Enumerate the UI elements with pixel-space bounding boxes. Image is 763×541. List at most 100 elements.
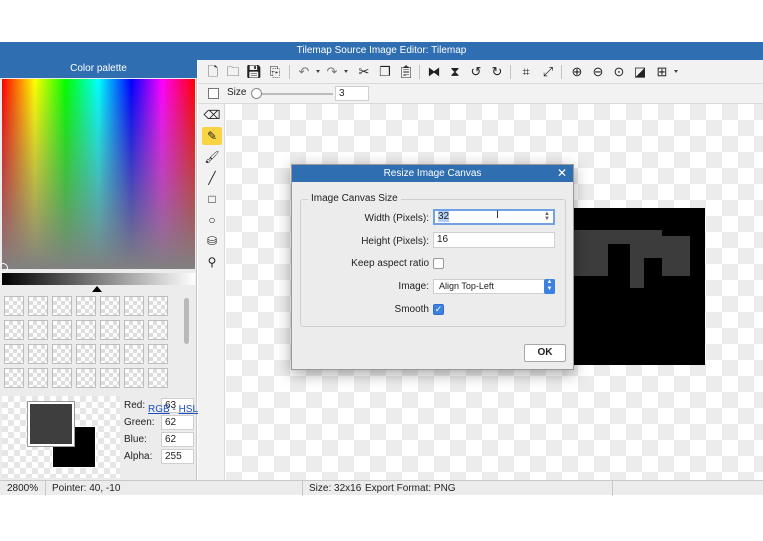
color-spectrum[interactable] <box>0 79 195 273</box>
chevron-updown-icon[interactable]: ▲ ▼ <box>544 279 555 294</box>
image-align-value: Align Top-Left <box>439 281 494 291</box>
ramp-marker-icon[interactable] <box>92 286 102 292</box>
height-input[interactable]: 16 <box>433 232 555 248</box>
smooth-checkbox[interactable]: ✓ <box>433 304 444 315</box>
swatch[interactable] <box>124 344 144 364</box>
tile-pixels <box>644 244 662 258</box>
blue-input[interactable]: 62 <box>161 432 194 447</box>
swatch[interactable] <box>4 368 24 388</box>
image-align-select[interactable]: Align Top-Left ▲ ▼ <box>433 279 555 294</box>
ok-button[interactable]: OK <box>524 344 566 362</box>
swatch[interactable] <box>100 344 120 364</box>
swatch[interactable] <box>4 320 24 340</box>
eyedropper-icon[interactable]: ⚲ <box>202 253 222 271</box>
ellipse-icon[interactable]: ○ <box>202 211 222 229</box>
swatch[interactable] <box>148 296 168 316</box>
grid-dropdown-icon[interactable] <box>674 70 678 73</box>
zoom-out-icon[interactable]: ⊖ <box>589 63 607 81</box>
swatch[interactable] <box>28 368 48 388</box>
smooth-label: Smooth <box>394 304 429 315</box>
size-slider-thumb[interactable] <box>251 88 262 99</box>
new-file-icon[interactable]: 🗋 <box>204 63 222 81</box>
open-folder-icon[interactable]: 🗀 <box>224 63 242 81</box>
foreground-color-swatch[interactable] <box>27 401 75 447</box>
swatch[interactable] <box>100 296 120 316</box>
close-icon[interactable]: ✕ <box>557 165 567 182</box>
swatch[interactable] <box>76 320 96 340</box>
swatch-scrollbar[interactable] <box>184 298 189 344</box>
size-slider-track[interactable] <box>255 93 333 95</box>
status-bar: 2800% Pointer: 40, -10 Size: 32x16 Expor… <box>0 480 763 496</box>
swatch[interactable] <box>124 296 144 316</box>
hsl-link[interactable]: HSL <box>179 404 198 415</box>
resize-icon[interactable]: ⤢ <box>539 63 557 81</box>
window-title: Tilemap Source Image Editor: Tilemap <box>0 42 763 60</box>
swatch[interactable] <box>148 368 168 388</box>
swatch[interactable] <box>124 320 144 340</box>
rotate-left-icon[interactable]: ↺ <box>467 63 485 81</box>
swatch[interactable] <box>124 368 144 388</box>
flip-horizontal-icon[interactable]: ⧓ <box>425 63 443 81</box>
width-input[interactable]: 32 I ▲ ▼ <box>433 209 555 225</box>
grayscale-ramp[interactable] <box>2 273 195 285</box>
paste-icon[interactable]: 📋︎ <box>397 63 415 81</box>
fill-icon[interactable]: ⛁ <box>202 232 222 250</box>
color-preview <box>2 396 120 478</box>
editor-window: Tilemap Source Image Editor: Tilemap Col… <box>0 0 763 541</box>
swatch[interactable] <box>100 320 120 340</box>
swatch[interactable] <box>52 368 72 388</box>
flip-vertical-icon[interactable]: ⧗ <box>446 63 464 81</box>
swatch[interactable] <box>28 344 48 364</box>
swatch[interactable] <box>76 344 96 364</box>
color-palette-panel: Color palette Red: 63 Green: 62 Blue: 62… <box>0 60 197 480</box>
toolbar-divider <box>510 65 511 79</box>
swatch[interactable] <box>52 320 72 340</box>
tile-pixels <box>630 244 644 288</box>
green-input[interactable]: 62 <box>161 415 194 430</box>
status-divider <box>45 481 46 496</box>
redo-dropdown-icon[interactable] <box>344 70 348 73</box>
pencil-icon[interactable]: ✎ <box>202 127 222 145</box>
swatch[interactable] <box>28 296 48 316</box>
swatch[interactable] <box>148 344 168 364</box>
size-toggle-checkbox[interactable] <box>208 88 219 99</box>
toggle-background-icon[interactable]: ◪ <box>631 63 649 81</box>
swatch[interactable] <box>4 296 24 316</box>
save-icon[interactable]: 💾︎ <box>245 63 263 81</box>
undo-icon[interactable]: ↶ <box>295 63 313 81</box>
swatch[interactable] <box>148 320 168 340</box>
pointer-position: Pointer: 40, -10 <box>52 483 121 494</box>
swatch[interactable] <box>100 368 120 388</box>
cut-icon[interactable]: ✂ <box>355 63 373 81</box>
line-icon[interactable]: ╱ <box>202 169 222 187</box>
export-format: Export Format: PNG <box>365 483 456 494</box>
text-cursor-icon: I <box>496 209 500 221</box>
zoom-in-icon[interactable]: ⊕ <box>568 63 586 81</box>
swatch[interactable] <box>52 296 72 316</box>
swatch[interactable] <box>28 320 48 340</box>
status-divider <box>302 481 303 496</box>
undo-dropdown-icon[interactable] <box>316 70 320 73</box>
redo-icon[interactable]: ↷ <box>323 63 341 81</box>
toolbar-divider <box>289 65 290 79</box>
rotate-right-icon[interactable]: ↻ <box>488 63 506 81</box>
spectrum-cursor[interactable] <box>0 263 8 273</box>
spinner-icon[interactable]: ▲ ▼ <box>544 211 550 222</box>
swatch[interactable] <box>76 368 96 388</box>
rgb-link[interactable]: RGB <box>148 404 170 415</box>
alpha-input[interactable]: 255 <box>161 449 194 464</box>
tile-image[interactable] <box>570 208 705 365</box>
brush-icon[interactable]: 🖌︎ <box>202 148 222 166</box>
swatch[interactable] <box>52 344 72 364</box>
swatch[interactable] <box>76 296 96 316</box>
zoom-fit-icon[interactable]: ⊙ <box>610 63 628 81</box>
copy-icon[interactable]: ❐ <box>376 63 394 81</box>
crop-icon[interactable]: ⌗ <box>517 63 535 81</box>
eraser-icon[interactable]: ⌫ <box>202 106 222 124</box>
size-value-input[interactable]: 3 <box>335 86 369 101</box>
keep-aspect-checkbox[interactable] <box>433 258 444 269</box>
grid-icon[interactable]: ⊞ <box>653 63 671 81</box>
swatch[interactable] <box>4 344 24 364</box>
rectangle-icon[interactable]: □ <box>202 190 222 208</box>
save-as-icon[interactable]: ⎘ <box>266 63 284 81</box>
